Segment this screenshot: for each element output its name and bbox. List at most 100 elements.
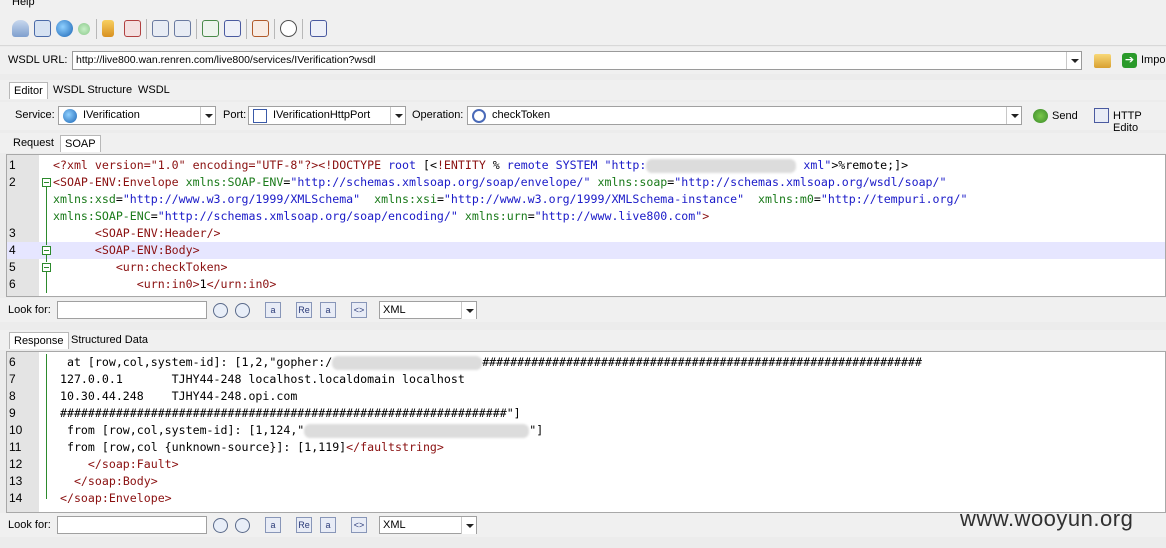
- code-token: !ENTITY: [436, 158, 486, 172]
- compare-icon[interactable]: [152, 20, 169, 37]
- code-token: "http://www.w3.org/1999/XMLSchema": [122, 192, 361, 206]
- request-format-dropdown[interactable]: [461, 302, 476, 319]
- request-editor[interactable]: 1 <?xml version="1.0" encoding="UTF-8"?><…: [6, 154, 1166, 297]
- dot-icon[interactable]: [78, 23, 90, 35]
- code-token: >: [702, 209, 710, 223]
- code-line: 12 </soap:Fault>: [7, 456, 1165, 473]
- code-token: "http://schemas.xmlsoap.org/soap/encodin…: [157, 209, 458, 223]
- replace-icon[interactable]: a: [320, 302, 336, 318]
- import-button[interactable]: Impo: [1141, 54, 1165, 66]
- fold-guide: [46, 270, 47, 293]
- format-icon[interactable]: <>: [351, 517, 367, 533]
- menu-bar: Help: [0, 0, 1166, 12]
- globe-icon[interactable]: [56, 20, 73, 37]
- code-token: =: [150, 209, 158, 223]
- tab-structured-data[interactable]: Structured Data: [67, 332, 152, 349]
- look-for-label: Look for:: [8, 304, 51, 316]
- code-token: =: [527, 209, 535, 223]
- response-format-select[interactable]: XML: [379, 516, 477, 534]
- search-down-icon[interactable]: [213, 303, 228, 318]
- search-down-icon[interactable]: [213, 518, 228, 533]
- document-validate-icon[interactable]: [224, 20, 241, 37]
- calendar-icon[interactable]: [124, 20, 141, 37]
- replace-icon[interactable]: a: [320, 517, 336, 533]
- code-token: 127.0.0.1 TJHY44-248 localhost.localdoma…: [53, 372, 465, 386]
- code-token: xml": [803, 158, 832, 172]
- tab-soap[interactable]: SOAP: [60, 135, 101, 152]
- regex-icon[interactable]: Re: [296, 302, 312, 318]
- redacted-text: [646, 158, 797, 173]
- tab-response[interactable]: Response: [9, 332, 69, 349]
- regex-icon[interactable]: Re: [296, 517, 312, 533]
- line-number: 8: [9, 389, 16, 403]
- code-line: 13 </soap:Body>: [7, 473, 1165, 490]
- code-token: xmlns:soap: [597, 175, 668, 189]
- database-icon[interactable]: [12, 20, 29, 37]
- code-token: ########################################…: [482, 355, 922, 369]
- code-token: </soap:Body>: [73, 474, 158, 488]
- code-token: <SOAP-ENV:Envelope: [53, 175, 179, 189]
- service-dropdown[interactable]: [200, 107, 215, 124]
- code-token: =: [436, 192, 444, 206]
- document-check-icon[interactable]: [202, 20, 219, 37]
- port-dropdown[interactable]: [390, 107, 405, 124]
- line-number: 4: [9, 243, 16, 257]
- import-icon[interactable]: ➔: [1122, 53, 1137, 68]
- code-text: <SOAP-ENV:Body>: [53, 242, 200, 259]
- flame-icon[interactable]: [102, 20, 114, 37]
- wsdl-url-input[interactable]: http://live800.wan.renren.com/live800/se…: [72, 51, 1082, 70]
- code-line: xmlns:xsd="http://www.w3.org/1999/XMLSch…: [7, 191, 1165, 208]
- search-up-icon[interactable]: [235, 518, 250, 533]
- menu-help[interactable]: Help: [12, 0, 35, 8]
- form-icon[interactable]: [34, 20, 51, 37]
- send-button[interactable]: Send: [1052, 110, 1078, 122]
- tab-editor[interactable]: Editor: [9, 82, 48, 99]
- match-case-icon[interactable]: a: [265, 517, 281, 533]
- line-number: 5: [9, 260, 16, 274]
- code-token: </urn:in0>: [206, 277, 277, 291]
- code-text: <SOAP-ENV:Header/>: [53, 225, 221, 242]
- request-format-select[interactable]: XML: [379, 301, 477, 319]
- service-label: Service:: [15, 109, 55, 121]
- line-number: 12: [9, 457, 23, 471]
- request-tabs: Request SOAP: [0, 133, 1166, 153]
- code-token: =: [813, 192, 821, 206]
- http-editor-icon[interactable]: [1094, 108, 1109, 123]
- code-token: xmlns:SOAP-ENC: [53, 209, 151, 223]
- port-select[interactable]: IVerificationHttpPort: [248, 106, 406, 125]
- chart-icon[interactable]: [310, 20, 327, 37]
- http-editor-button[interactable]: HTTP Edito: [1113, 110, 1166, 134]
- code-token: "http://www.w3.org/1999/XMLSchema-instan…: [443, 192, 745, 206]
- match-case-icon[interactable]: a: [265, 302, 281, 318]
- operation-select[interactable]: checkToken: [467, 106, 1022, 125]
- format-icon[interactable]: <>: [351, 302, 367, 318]
- code-text: ########################################…: [53, 405, 521, 422]
- transform-icon[interactable]: [174, 20, 191, 37]
- response-search-input[interactable]: [57, 516, 207, 534]
- redacted-text: [332, 355, 483, 370]
- search-up-icon[interactable]: [235, 303, 250, 318]
- response-format-dropdown[interactable]: [461, 517, 476, 534]
- tab-request[interactable]: Request: [9, 135, 58, 152]
- open-folder-icon[interactable]: [1094, 54, 1111, 68]
- response-editor[interactable]: 6 at [row,col,system-id]: [1,2,"gopher:/…: [6, 351, 1166, 513]
- code-line: 3 <SOAP-ENV:Header/>: [7, 225, 1165, 242]
- clock-icon[interactable]: [280, 20, 297, 37]
- wsdl-url-dropdown[interactable]: [1066, 52, 1081, 69]
- operation-dropdown[interactable]: [1006, 107, 1021, 124]
- tab-wsdl-structure[interactable]: WSDL Structure: [49, 82, 136, 99]
- checklist-icon[interactable]: [252, 20, 269, 37]
- service-select[interactable]: IVerification: [58, 106, 216, 125]
- send-icon[interactable]: [1033, 109, 1048, 123]
- request-search-input[interactable]: [57, 301, 207, 319]
- code-token: <urn:checkToken>: [115, 260, 228, 274]
- tab-wsdl[interactable]: WSDL: [134, 82, 174, 99]
